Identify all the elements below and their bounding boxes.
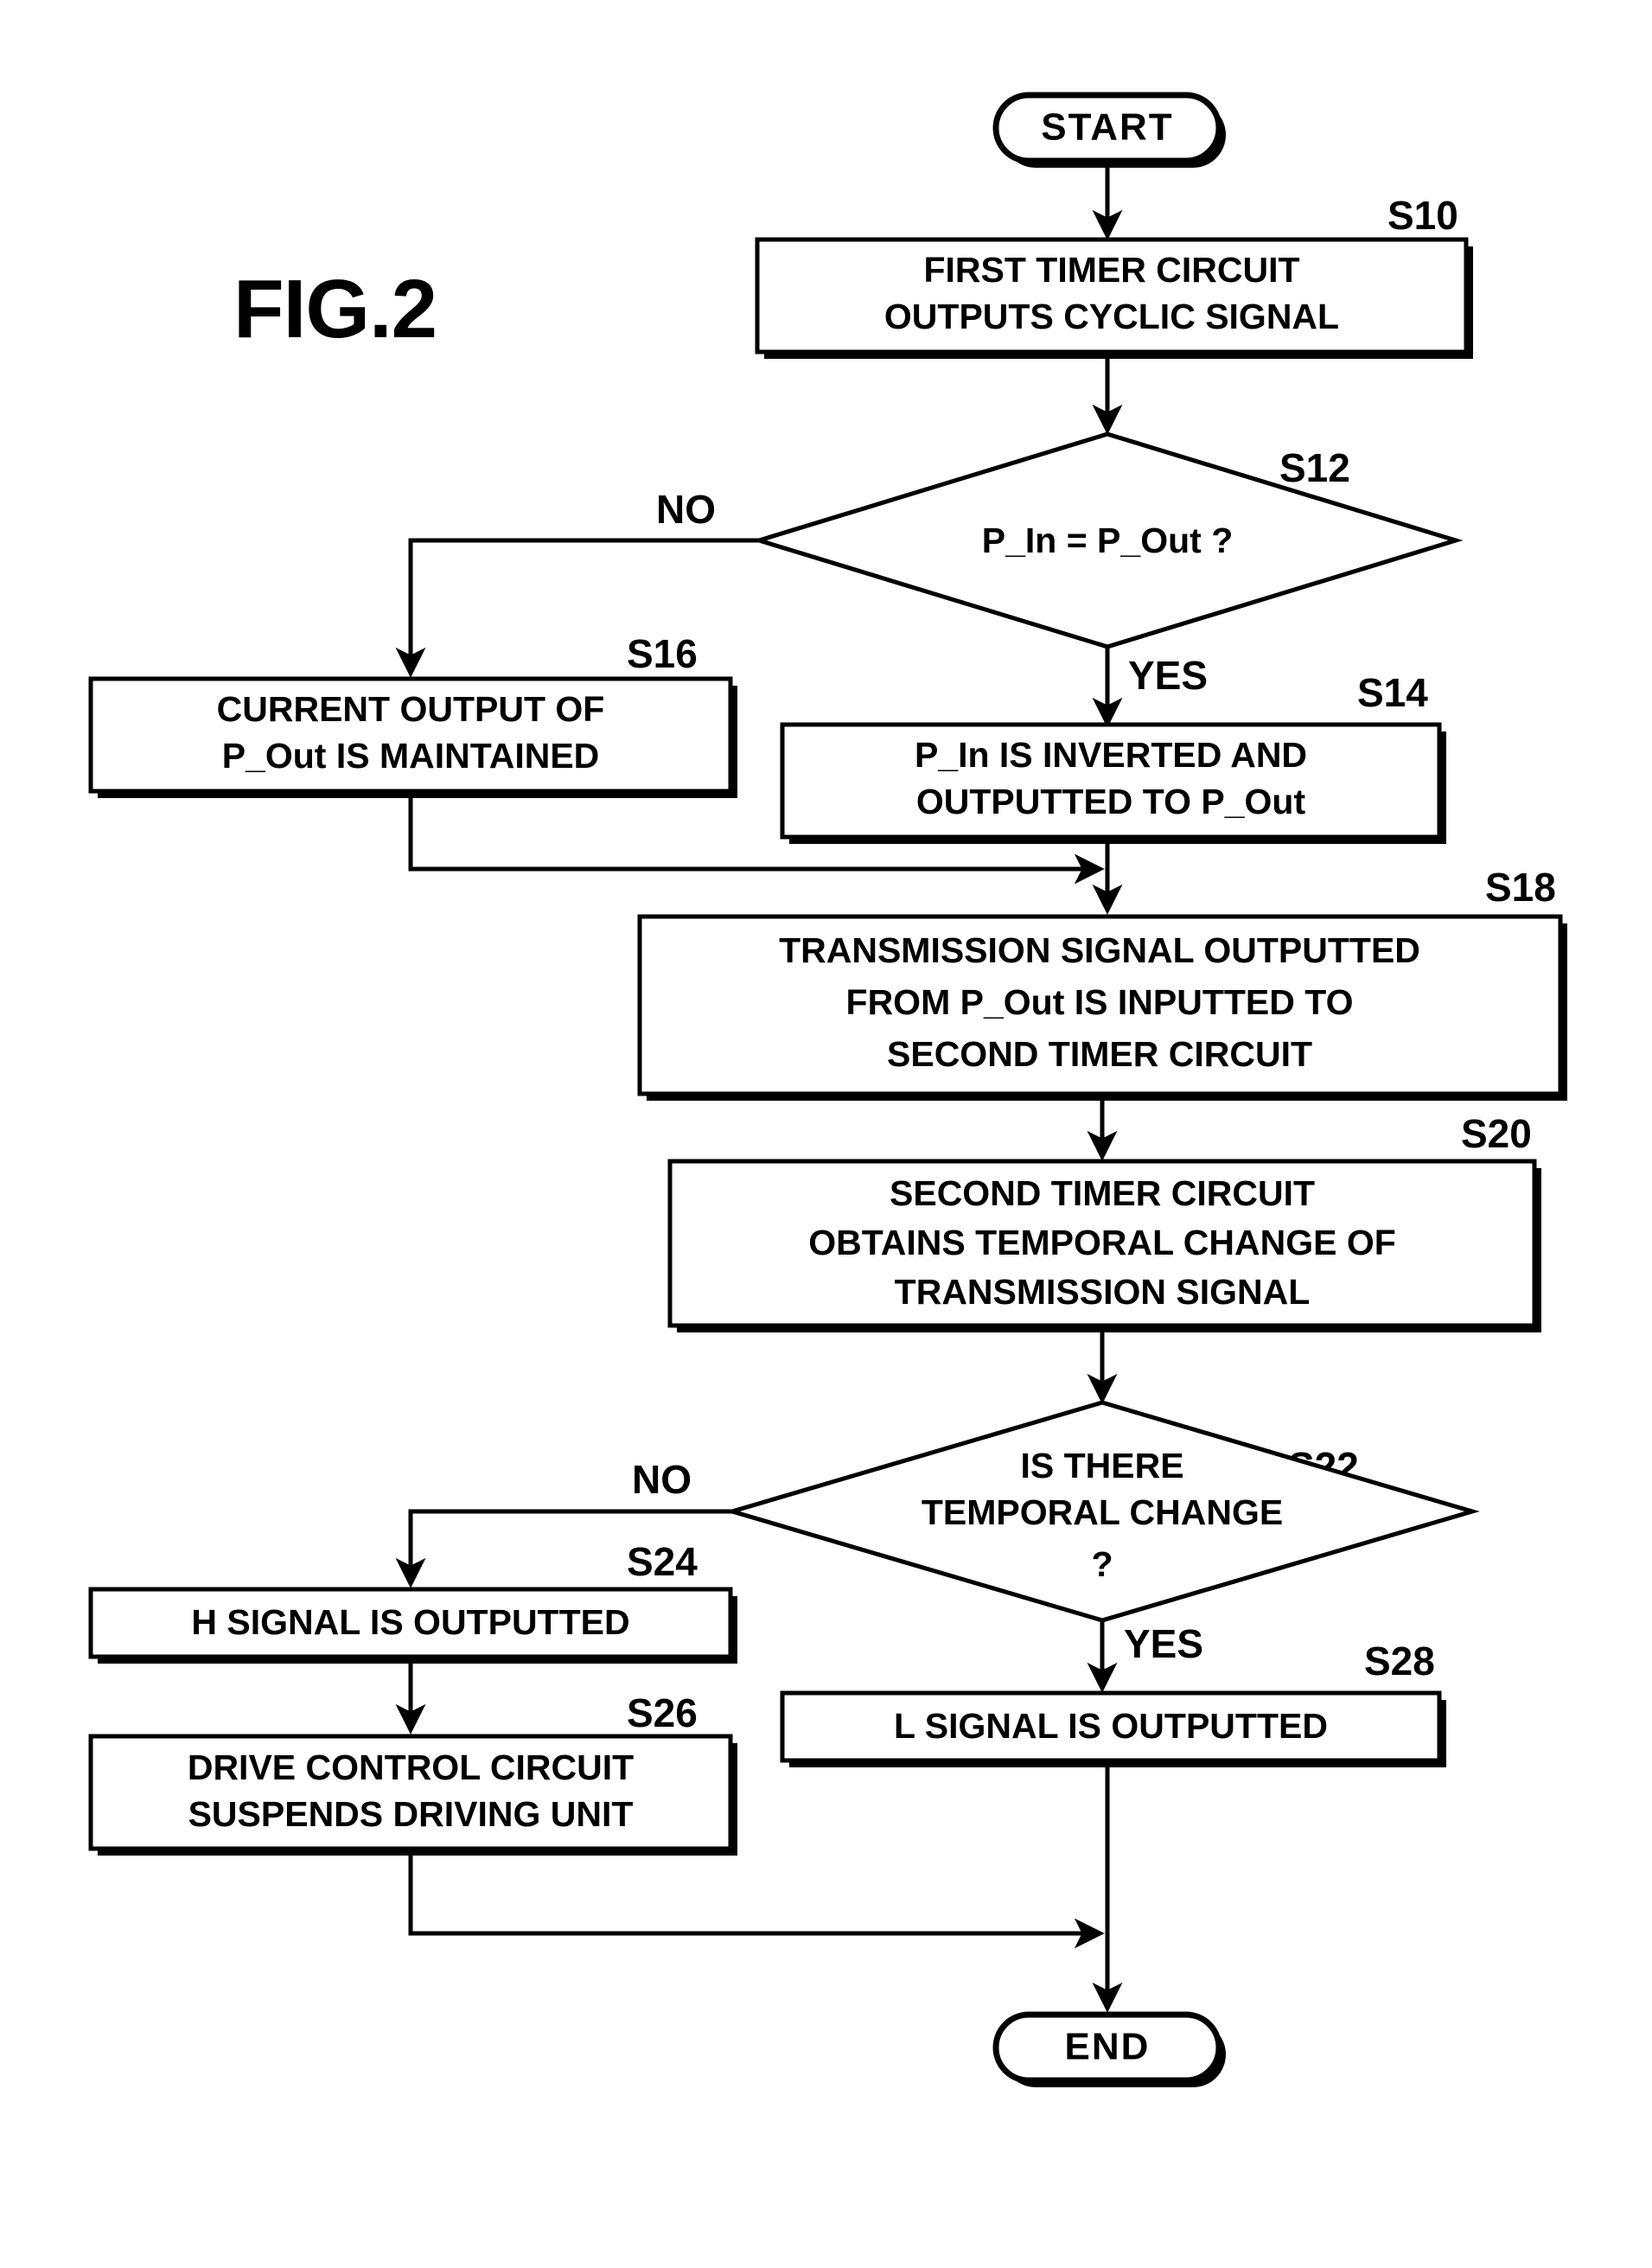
node-s26-line-0: DRIVE CONTROL CIRCUIT: [188, 1747, 634, 1787]
step-label-s20: S20: [1461, 1111, 1532, 1156]
node-s26: DRIVE CONTROL CIRCUIT SUSPENDS DRIVING U…: [88, 1734, 737, 1856]
node-s12: P_In = P_Out ?: [751, 431, 1464, 649]
step-label-s14: S14: [1357, 670, 1428, 715]
step-label-s24: S24: [627, 1539, 698, 1584]
branch-label-s12-yes: YES: [1128, 653, 1208, 698]
terminator-end-label: END: [1065, 2026, 1151, 2068]
node-s20-line-1: OBTAINS TEMPORAL CHANGE OF: [808, 1223, 1396, 1262]
figure-title: FIG.2: [233, 263, 437, 355]
node-s24-line-0: H SIGNAL IS OUTPUTTED: [191, 1602, 629, 1642]
branch-label-s12-no: NO: [656, 487, 716, 532]
node-s10: FIRST TIMER CIRCUIT OUTPUTS CYCLIC SIGNA…: [755, 237, 1473, 359]
node-s24: H SIGNAL IS OUTPUTTED: [88, 1587, 737, 1664]
node-s18: TRANSMISSION SIGNAL OUTPUTTED FROM P_Out…: [637, 914, 1567, 1101]
figure-container: FIG.2 START S10 FIRST TIMER CIRCUIT OUTP…: [0, 0, 1652, 2268]
step-label-s28: S28: [1364, 1639, 1435, 1683]
terminator-end: END: [992, 2011, 1226, 2087]
edge-s26-to-merge: [408, 1856, 1105, 1949]
node-s16-line-0: CURRENT OUTPUT OF: [217, 689, 605, 729]
node-s18-line-2: SECOND TIMER CIRCUIT: [887, 1034, 1312, 1074]
node-s22: IS THERE TEMPORAL CHANGE ?: [724, 1400, 1480, 1623]
node-s16-line-1: P_Out IS MAINTAINED: [222, 736, 600, 776]
node-s10-line-1: OUTPUTS CYCLIC SIGNAL: [884, 297, 1339, 336]
node-s28-line-0: L SIGNAL IS OUTPUTTED: [894, 1706, 1328, 1746]
node-s12-line-0: P_In = P_Out ?: [982, 521, 1233, 560]
node-s28: L SIGNAL IS OUTPUTTED: [780, 1690, 1446, 1767]
node-s20: SECOND TIMER CIRCUIT OBTAINS TEMPORAL CH…: [667, 1159, 1541, 1332]
node-s18-line-0: TRANSMISSION SIGNAL OUTPUTTED: [779, 930, 1420, 970]
step-label-s26: S26: [627, 1690, 698, 1735]
node-s22-line-2: ?: [1091, 1544, 1113, 1584]
step-label-s16: S16: [627, 631, 698, 676]
flowchart-diagram: FIG.2 START S10 FIRST TIMER CIRCUIT OUTP…: [0, 0, 1652, 2268]
node-s14: P_In IS INVERTED AND OUTPUTTED TO P_Out: [780, 722, 1446, 844]
terminator-start: START: [992, 92, 1226, 168]
node-s18-line-1: FROM P_Out IS INPUTTED TO: [846, 982, 1354, 1022]
branch-label-s22-no: NO: [632, 1457, 692, 1502]
edge-s12-no-to-s16: [395, 538, 759, 678]
node-s14-line-1: OUTPUTTED TO P_Out: [916, 782, 1306, 821]
node-s22-line-0: IS THERE: [1020, 1446, 1183, 1485]
node-s16: CURRENT OUTPUT OF P_Out IS MAINTAINED: [88, 676, 737, 798]
step-label-s12: S12: [1279, 445, 1350, 490]
terminator-start-label: START: [1041, 106, 1173, 149]
node-s10-line-0: FIRST TIMER CIRCUIT: [923, 250, 1299, 290]
node-s20-line-2: TRANSMISSION SIGNAL: [895, 1272, 1311, 1312]
node-s22-line-1: TEMPORAL CHANGE: [922, 1492, 1283, 1532]
step-label-s10: S10: [1387, 193, 1458, 238]
node-s14-line-0: P_In IS INVERTED AND: [915, 735, 1307, 775]
node-s26-line-1: SUSPENDS DRIVING UNIT: [188, 1794, 634, 1834]
step-label-s18: S18: [1485, 865, 1556, 910]
branch-label-s22-yes: YES: [1124, 1621, 1203, 1666]
node-s20-line-0: SECOND TIMER CIRCUIT: [890, 1173, 1315, 1213]
